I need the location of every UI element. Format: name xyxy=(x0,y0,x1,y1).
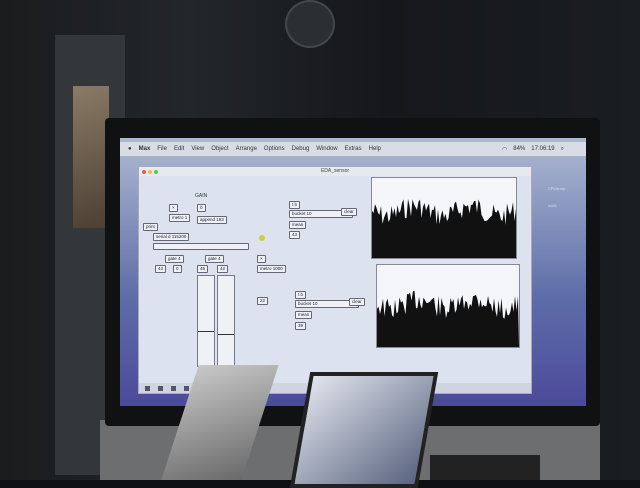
desktop-icons: CPUtemp work xyxy=(548,156,578,208)
menu-options[interactable]: Options xyxy=(264,146,285,152)
laptop-right xyxy=(289,372,439,488)
slider-a[interactable] xyxy=(197,275,215,367)
trigger-top[interactable]: t b xyxy=(289,201,301,209)
metro-object[interactable]: metro 1 xyxy=(169,214,191,222)
menu-debug[interactable]: Debug xyxy=(292,146,310,152)
zoom-button[interactable] xyxy=(154,170,158,174)
apple-icon[interactable]: ● xyxy=(128,146,132,152)
menu-object[interactable]: Object xyxy=(211,146,228,152)
clock[interactable]: 17:06:19 xyxy=(531,146,554,153)
value-bottom[interactable]: 39 xyxy=(295,322,307,330)
gain-number[interactable]: 0 xyxy=(197,204,206,212)
battery-level[interactable]: 84% xyxy=(513,146,525,153)
serial-object[interactable]: serial d 115200 xyxy=(153,233,190,241)
keyboard xyxy=(430,455,540,480)
presentation-icon[interactable] xyxy=(158,385,163,391)
clear-top[interactable]: clear xyxy=(341,208,357,216)
gate-object-a[interactable]: gate 4 xyxy=(165,255,184,263)
waveform-plot-bottom xyxy=(376,264,520,348)
bang-led[interactable] xyxy=(259,235,265,241)
wall-clock xyxy=(285,0,335,48)
mean-top[interactable]: mean xyxy=(289,221,307,229)
number-d[interactable]: 42 xyxy=(217,265,229,273)
menu-max[interactable]: Max xyxy=(139,146,151,152)
number-a[interactable]: 43 xyxy=(155,265,167,273)
menu-help[interactable]: Help xyxy=(369,146,381,152)
desktop-icon-work[interactable]: work xyxy=(548,203,578,208)
waveform-top xyxy=(372,198,516,258)
patcher-window: EDA_sensor GAIN × 0 metro 1 append 193 p… xyxy=(138,166,532,394)
number-e[interactable]: 22 xyxy=(257,297,269,305)
number-b[interactable]: 0 xyxy=(173,265,182,273)
append-object[interactable]: append 193 xyxy=(197,216,227,224)
gate-object-b[interactable]: gate 4 xyxy=(205,255,224,263)
number-c[interactable]: 45 xyxy=(197,265,209,273)
window-title: EDA_sensor xyxy=(139,167,531,176)
menu-extras[interactable]: Extras xyxy=(345,146,362,152)
trigger-bottom[interactable]: t b xyxy=(295,291,307,299)
toggle-2[interactable]: × xyxy=(257,255,266,263)
toggle[interactable]: × xyxy=(169,204,178,212)
menu-arrange[interactable]: Arrange xyxy=(236,146,257,152)
menu-view[interactable]: View xyxy=(191,146,204,152)
screen: ● Max File Edit View Object Arrange Opti… xyxy=(120,138,586,406)
slider-b[interactable] xyxy=(217,275,235,367)
search-icon[interactable]: ⌕ xyxy=(561,146,564,153)
menu-bar: ● Max File Edit View Object Arrange Opti… xyxy=(120,142,586,156)
wifi-icon[interactable]: ◠ xyxy=(502,146,507,153)
parse-object[interactable] xyxy=(153,243,249,250)
clear-bottom[interactable]: clear xyxy=(349,298,365,306)
minimize-button[interactable] xyxy=(148,170,152,174)
gain-label: GAIN xyxy=(195,193,208,199)
print-object[interactable]: print xyxy=(143,223,158,231)
menu-window[interactable]: Window xyxy=(316,146,337,152)
poster xyxy=(73,86,109,228)
menu-file[interactable]: File xyxy=(157,146,167,152)
close-button[interactable] xyxy=(142,170,146,174)
value-top[interactable]: 43 xyxy=(289,231,301,239)
mean-bottom[interactable]: mean xyxy=(295,311,313,319)
desktop-icon-cputemp[interactable]: CPUtemp xyxy=(548,186,578,191)
menu-edit[interactable]: Edit xyxy=(174,146,184,152)
waveform-bottom xyxy=(377,290,519,347)
waveform-plot-top xyxy=(371,177,517,259)
metro-object-2[interactable]: metro 1000 xyxy=(257,265,286,273)
lock-icon[interactable] xyxy=(145,385,150,391)
grid-icon[interactable] xyxy=(171,385,176,391)
new-object-icon[interactable] xyxy=(184,385,189,391)
